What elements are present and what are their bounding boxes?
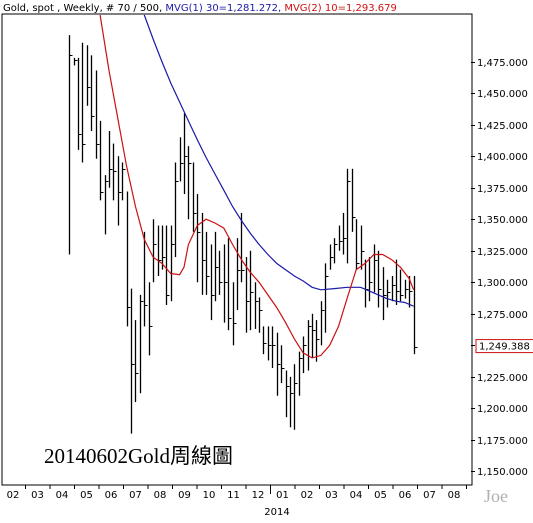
- x-tick-label: 08: [448, 490, 461, 501]
- watermark: Joe: [484, 486, 508, 506]
- y-tick-label: 1,225.000: [477, 373, 528, 384]
- x-tick-label: 12: [252, 490, 265, 501]
- x-tick-label: 02: [7, 490, 20, 501]
- y-tick-label: 1,175.000: [477, 436, 528, 447]
- y-tick-label: 1,425.000: [477, 121, 528, 132]
- x-tick-label: 05: [80, 490, 93, 501]
- y-tick-label: 1,275.000: [477, 310, 528, 321]
- header-mvg10: MVG(2) 10=1,293.679: [284, 3, 397, 14]
- y-tick-label: 1,450.000: [477, 89, 528, 100]
- chart-annotation: 20140602Gold周線圖: [44, 444, 233, 468]
- chart-header: Gold, spot , Weekly, # 70 / 500, MVG(1) …: [3, 3, 397, 14]
- x-tick-label: 11: [227, 490, 240, 501]
- y-tick-label: 1,400.000: [477, 152, 528, 163]
- x-tick-label: 05: [374, 490, 387, 501]
- x-tick-label: 02: [301, 490, 314, 501]
- y-tick-label: 1,350.000: [477, 215, 528, 226]
- header-mvg30: MVG(1) 30=1,281.272,: [165, 3, 284, 14]
- header-instrument: Gold, spot , Weekly, # 70 / 500,: [3, 3, 165, 14]
- y-tick-label: 1,475.000: [477, 58, 528, 69]
- x-tick-label: 07: [129, 490, 142, 501]
- chart: Gold, spot , Weekly, # 70 / 500, MVG(1) …: [0, 0, 533, 523]
- y-tick-label: 1,300.000: [477, 278, 528, 289]
- x-tick-label: 10: [203, 490, 216, 501]
- x-tick-label: 01: [276, 490, 289, 501]
- x-tick-label: 03: [325, 490, 338, 501]
- x-tick-label: 09: [178, 490, 191, 501]
- y-tick-label: 1,200.000: [477, 404, 528, 415]
- x-tick-label: 04: [56, 490, 69, 501]
- x-tick-label: 06: [399, 490, 412, 501]
- y-tick-label: 1,150.000: [477, 467, 528, 478]
- y-tick-label: 1,375.000: [477, 184, 528, 195]
- x-tick-label: 03: [31, 490, 44, 501]
- x-tick-label: 06: [105, 490, 118, 501]
- x-tick-label: 04: [350, 490, 363, 501]
- y-tick-label: 1,325.000: [477, 247, 528, 258]
- last-price-label: 1,249.388: [479, 342, 530, 353]
- x-tick-label: 07: [423, 490, 436, 501]
- year-label: 2014: [264, 507, 289, 518]
- x-tick-label: 08: [154, 490, 167, 501]
